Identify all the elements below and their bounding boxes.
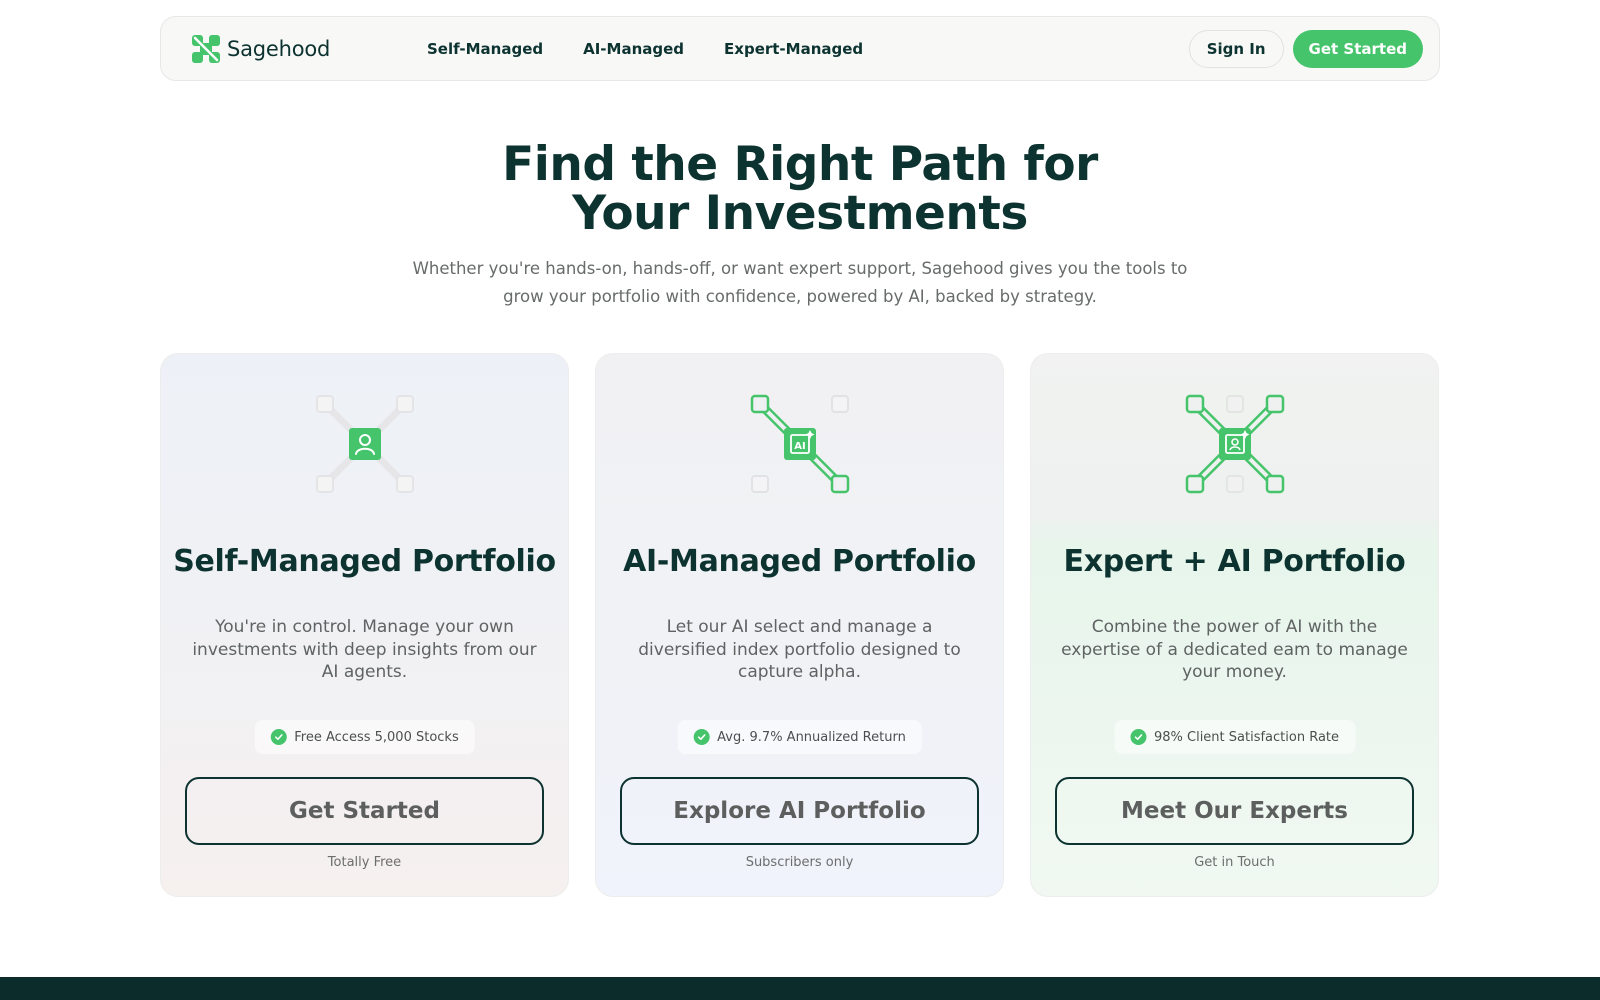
check-circle-icon (1129, 729, 1146, 745)
card-note: Subscribers only (745, 855, 854, 870)
nav-links: Self-Managed AI-Managed Expert-Managed (427, 40, 863, 58)
card-badge-text: Avg. 9.7% Annualized Return (717, 729, 906, 745)
card-title: Self-Managed Portfolio (173, 544, 556, 579)
card-self-managed: Self-Managed Portfolio You're in control… (160, 353, 569, 897)
card-badge: Free Access 5,000 Stocks (254, 720, 475, 754)
explore-ai-portfolio-button[interactable]: Explore AI Portfolio (620, 777, 979, 845)
card-title: Expert + AI Portfolio (1063, 544, 1406, 579)
top-navbar: Sagehood Self-Managed AI-Managed Expert-… (160, 16, 1440, 81)
card-ai-managed: AI AI-Managed Portfolio Let our AI selec… (595, 353, 1004, 897)
card-badge: 98% Client Satisfaction Rate (1113, 720, 1356, 754)
nav-link-expert-managed[interactable]: Expert-Managed (724, 40, 863, 58)
card-description: You're in control. Manage your own inves… (192, 617, 537, 682)
check-circle-icon (693, 729, 710, 745)
check-circle-icon (270, 729, 287, 745)
person-network-icon (315, 395, 414, 493)
nav-link-self-managed[interactable]: Self-Managed (427, 40, 543, 58)
sagehood-logo-icon (192, 34, 220, 63)
card-title: AI-Managed Portfolio (623, 544, 976, 579)
card-expert-ai: Expert + AI Portfolio Combine the power … (1030, 353, 1439, 897)
hero-section: Find the Right Path for Your Investments… (0, 140, 1600, 311)
nav-get-started-button[interactable]: Get Started (1292, 29, 1423, 68)
hero-subtitle: Whether you're hands-on, hands-off, or w… (412, 259, 1188, 306)
card-badge-text: Free Access 5,000 Stocks (294, 729, 459, 745)
get-started-button[interactable]: Get Started (185, 777, 544, 845)
hero-title-line-1: Find the Right Path for (502, 137, 1098, 192)
brand-logo[interactable]: Sagehood (191, 34, 427, 64)
card-description: Let our AI select and manage a diversifi… (638, 617, 961, 682)
hero-title-line-2: Your Investments (572, 186, 1028, 241)
card-badge-text: 98% Client Satisfaction Rate (1153, 729, 1340, 745)
nav-actions: Sign In Get Started (1188, 29, 1423, 68)
meet-our-experts-button[interactable]: Meet Our Experts (1055, 777, 1414, 845)
ai-network-icon: AI (750, 394, 849, 494)
footer-strip (0, 977, 1600, 1000)
hero-title: Find the Right Path for Your Investments (0, 140, 1600, 238)
sign-in-button[interactable]: Sign In (1188, 29, 1284, 68)
card-badge: Avg. 9.7% Annualized Return (677, 720, 922, 754)
card-note: Get in Touch (1194, 855, 1275, 870)
svg-text:AI: AI (794, 441, 805, 452)
card-note: Totally Free (327, 855, 402, 870)
nav-link-ai-managed[interactable]: AI-Managed (583, 40, 684, 58)
brand-name: Sagehood (227, 36, 331, 61)
expert-ai-network-icon (1185, 394, 1284, 494)
card-description: Combine the power of AI with the experti… (1061, 617, 1408, 682)
portfolio-cards: Self-Managed Portfolio You're in control… (160, 353, 1440, 897)
